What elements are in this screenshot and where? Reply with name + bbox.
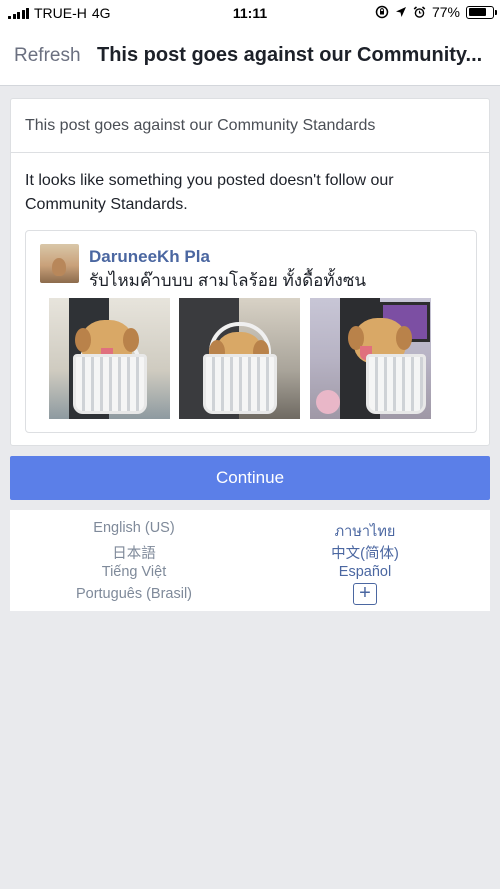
notice-header: This post goes against our Community Sta…: [11, 99, 489, 153]
status-icons: 77%: [375, 4, 497, 20]
post-photo[interactable]: [310, 298, 431, 419]
nav-bar: Refresh This post goes against our Commu…: [0, 28, 500, 86]
alarm-icon: [413, 5, 426, 18]
language-option[interactable]: 中文(简体): [265, 542, 465, 563]
location-icon: [395, 7, 406, 17]
language-option[interactable]: Tiếng Việt: [34, 564, 234, 580]
post-text: รับไหมค๊าบบบ สามโลร้อย ทั้งดื้อทั้งซน: [89, 271, 367, 290]
status-bar: TRUE-H 4G 11:11 77%: [0, 0, 500, 28]
battery-icon: [466, 5, 497, 19]
more-languages-button[interactable]: +: [353, 583, 377, 605]
avatar: [40, 244, 79, 283]
notice-card: This post goes against our Community Sta…: [10, 98, 490, 446]
post-photo[interactable]: [49, 298, 170, 419]
battery-level: [468, 8, 487, 16]
language-option[interactable]: English (US): [34, 520, 234, 536]
language-option[interactable]: ภาษาไทย: [265, 520, 465, 543]
notice-message: It looks like something you posted doesn…: [25, 172, 394, 213]
post-author[interactable]: DaruneeKh Pla: [89, 247, 210, 267]
reported-post: DaruneeKh Pla รับไหมค๊าบบบ สามโลร้อย ทั้…: [25, 230, 477, 433]
battery-percent: 77%: [431, 4, 460, 20]
language-option[interactable]: Español: [265, 564, 465, 580]
language-option[interactable]: 日本語: [34, 542, 234, 563]
lock-rotation-icon: [375, 5, 389, 19]
language-selector: English (US) 日本語 Tiếng Việt Português (B…: [10, 510, 490, 611]
post-photo[interactable]: [179, 298, 300, 419]
language-option[interactable]: Português (Brasil): [34, 586, 234, 602]
refresh-button[interactable]: Refresh: [14, 45, 81, 67]
page-title: This post goes against our Community...: [97, 44, 483, 66]
continue-button[interactable]: Continue: [10, 456, 490, 500]
